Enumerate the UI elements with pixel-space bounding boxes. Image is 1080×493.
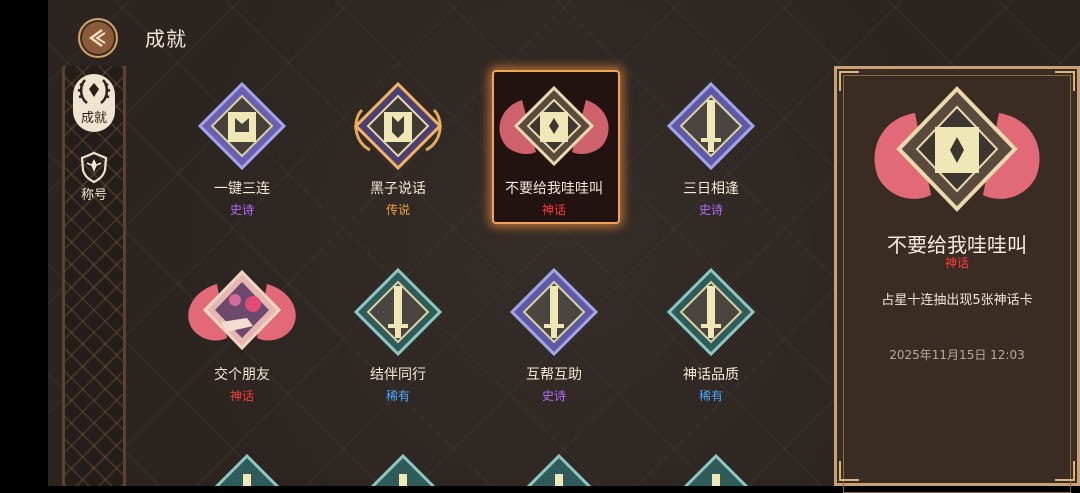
achievement-card[interactable]: 互帮互助 史诗 — [489, 266, 619, 404]
achievement-card[interactable]: 黑子说话 传说 — [333, 80, 463, 218]
achievement-rarity: 稀有 — [385, 389, 410, 403]
achievement-name: 互帮互助 — [526, 367, 582, 383]
back-button[interactable] — [78, 18, 118, 58]
laurel-wreath-icon — [77, 79, 111, 104]
detail-description: 占星十连抽出现5张神话卡 — [881, 293, 1033, 308]
achievement-card[interactable]: 交个朋友 神话 — [177, 266, 307, 404]
frame-corner-ornament — [839, 461, 859, 481]
achievement-badge-icon — [666, 267, 756, 357]
detail-timestamp: 2025年11月15日 12:03 — [889, 348, 1025, 362]
frame-corner-ornament — [1055, 71, 1075, 91]
sidebar: 成就 称号 — [62, 66, 126, 486]
achievement-badge-icon — [197, 81, 287, 171]
achievement-name: 一键三连 — [214, 181, 270, 197]
achievement-name: 结伴同行 — [370, 367, 426, 383]
achievement-rarity: 史诗 — [698, 203, 723, 217]
achievement-card[interactable]: 神话品质 稀有 — [646, 266, 776, 404]
achievement-name: 黑子说话 — [370, 181, 426, 197]
achievement-badge-icon — [188, 269, 296, 351]
achievement-badge-icon — [214, 453, 280, 486]
achievement-name: 三日相逢 — [683, 181, 739, 197]
back-arrow-icon — [88, 28, 106, 48]
achievement-rarity: 稀有 — [698, 389, 723, 403]
achievement-name: 神话品质 — [683, 367, 739, 383]
sidebar-item-achievements[interactable]: 成就 — [73, 74, 115, 132]
achievement-badge-icon — [666, 81, 756, 171]
achievement-badge-large-icon — [874, 86, 1040, 212]
achievement-card[interactable]: 一键三连 史诗 — [177, 80, 307, 218]
achievement-badge-icon — [353, 81, 443, 171]
page-title: 成就 — [145, 27, 187, 51]
shield-icon — [80, 151, 108, 184]
achievement-rarity: 神话 — [541, 203, 566, 217]
achievement-detail-panel: 不要给我哇哇叫 神话 占星十连抽出现5张神话卡 2025年11月15日 12:0… — [834, 66, 1080, 493]
achievement-badge-icon — [353, 267, 443, 357]
achievement-badge-icon — [509, 267, 599, 357]
frame-corner-ornament — [1055, 461, 1075, 481]
achievement-rarity: 神话 — [229, 389, 254, 403]
achievement-badge-icon — [370, 453, 436, 486]
sidebar-item-label: 成就 — [80, 111, 107, 126]
achievement-card[interactable]: 三日相逢 史诗 — [646, 80, 776, 218]
achievement-rarity: 史诗 — [541, 389, 566, 403]
achievement-rarity: 史诗 — [229, 203, 254, 217]
achievement-badge-icon — [683, 453, 749, 486]
frame-corner-ornament — [839, 71, 859, 91]
achievement-card-selected[interactable]: 不要给我哇哇叫 神话 — [489, 80, 619, 218]
achievement-name: 交个朋友 — [214, 367, 270, 383]
detail-rarity: 神话 — [944, 256, 969, 270]
achievement-card[interactable]: 结伴同行 稀有 — [333, 266, 463, 404]
achievement-badge-icon — [499, 85, 609, 167]
sidebar-item-titles[interactable]: 称号 — [65, 150, 123, 203]
achievement-rarity: 传说 — [385, 203, 410, 217]
achievement-badge-icon — [526, 453, 592, 486]
sidebar-item-label: 称号 — [80, 188, 107, 203]
achievement-name: 不要给我哇哇叫 — [505, 181, 603, 197]
